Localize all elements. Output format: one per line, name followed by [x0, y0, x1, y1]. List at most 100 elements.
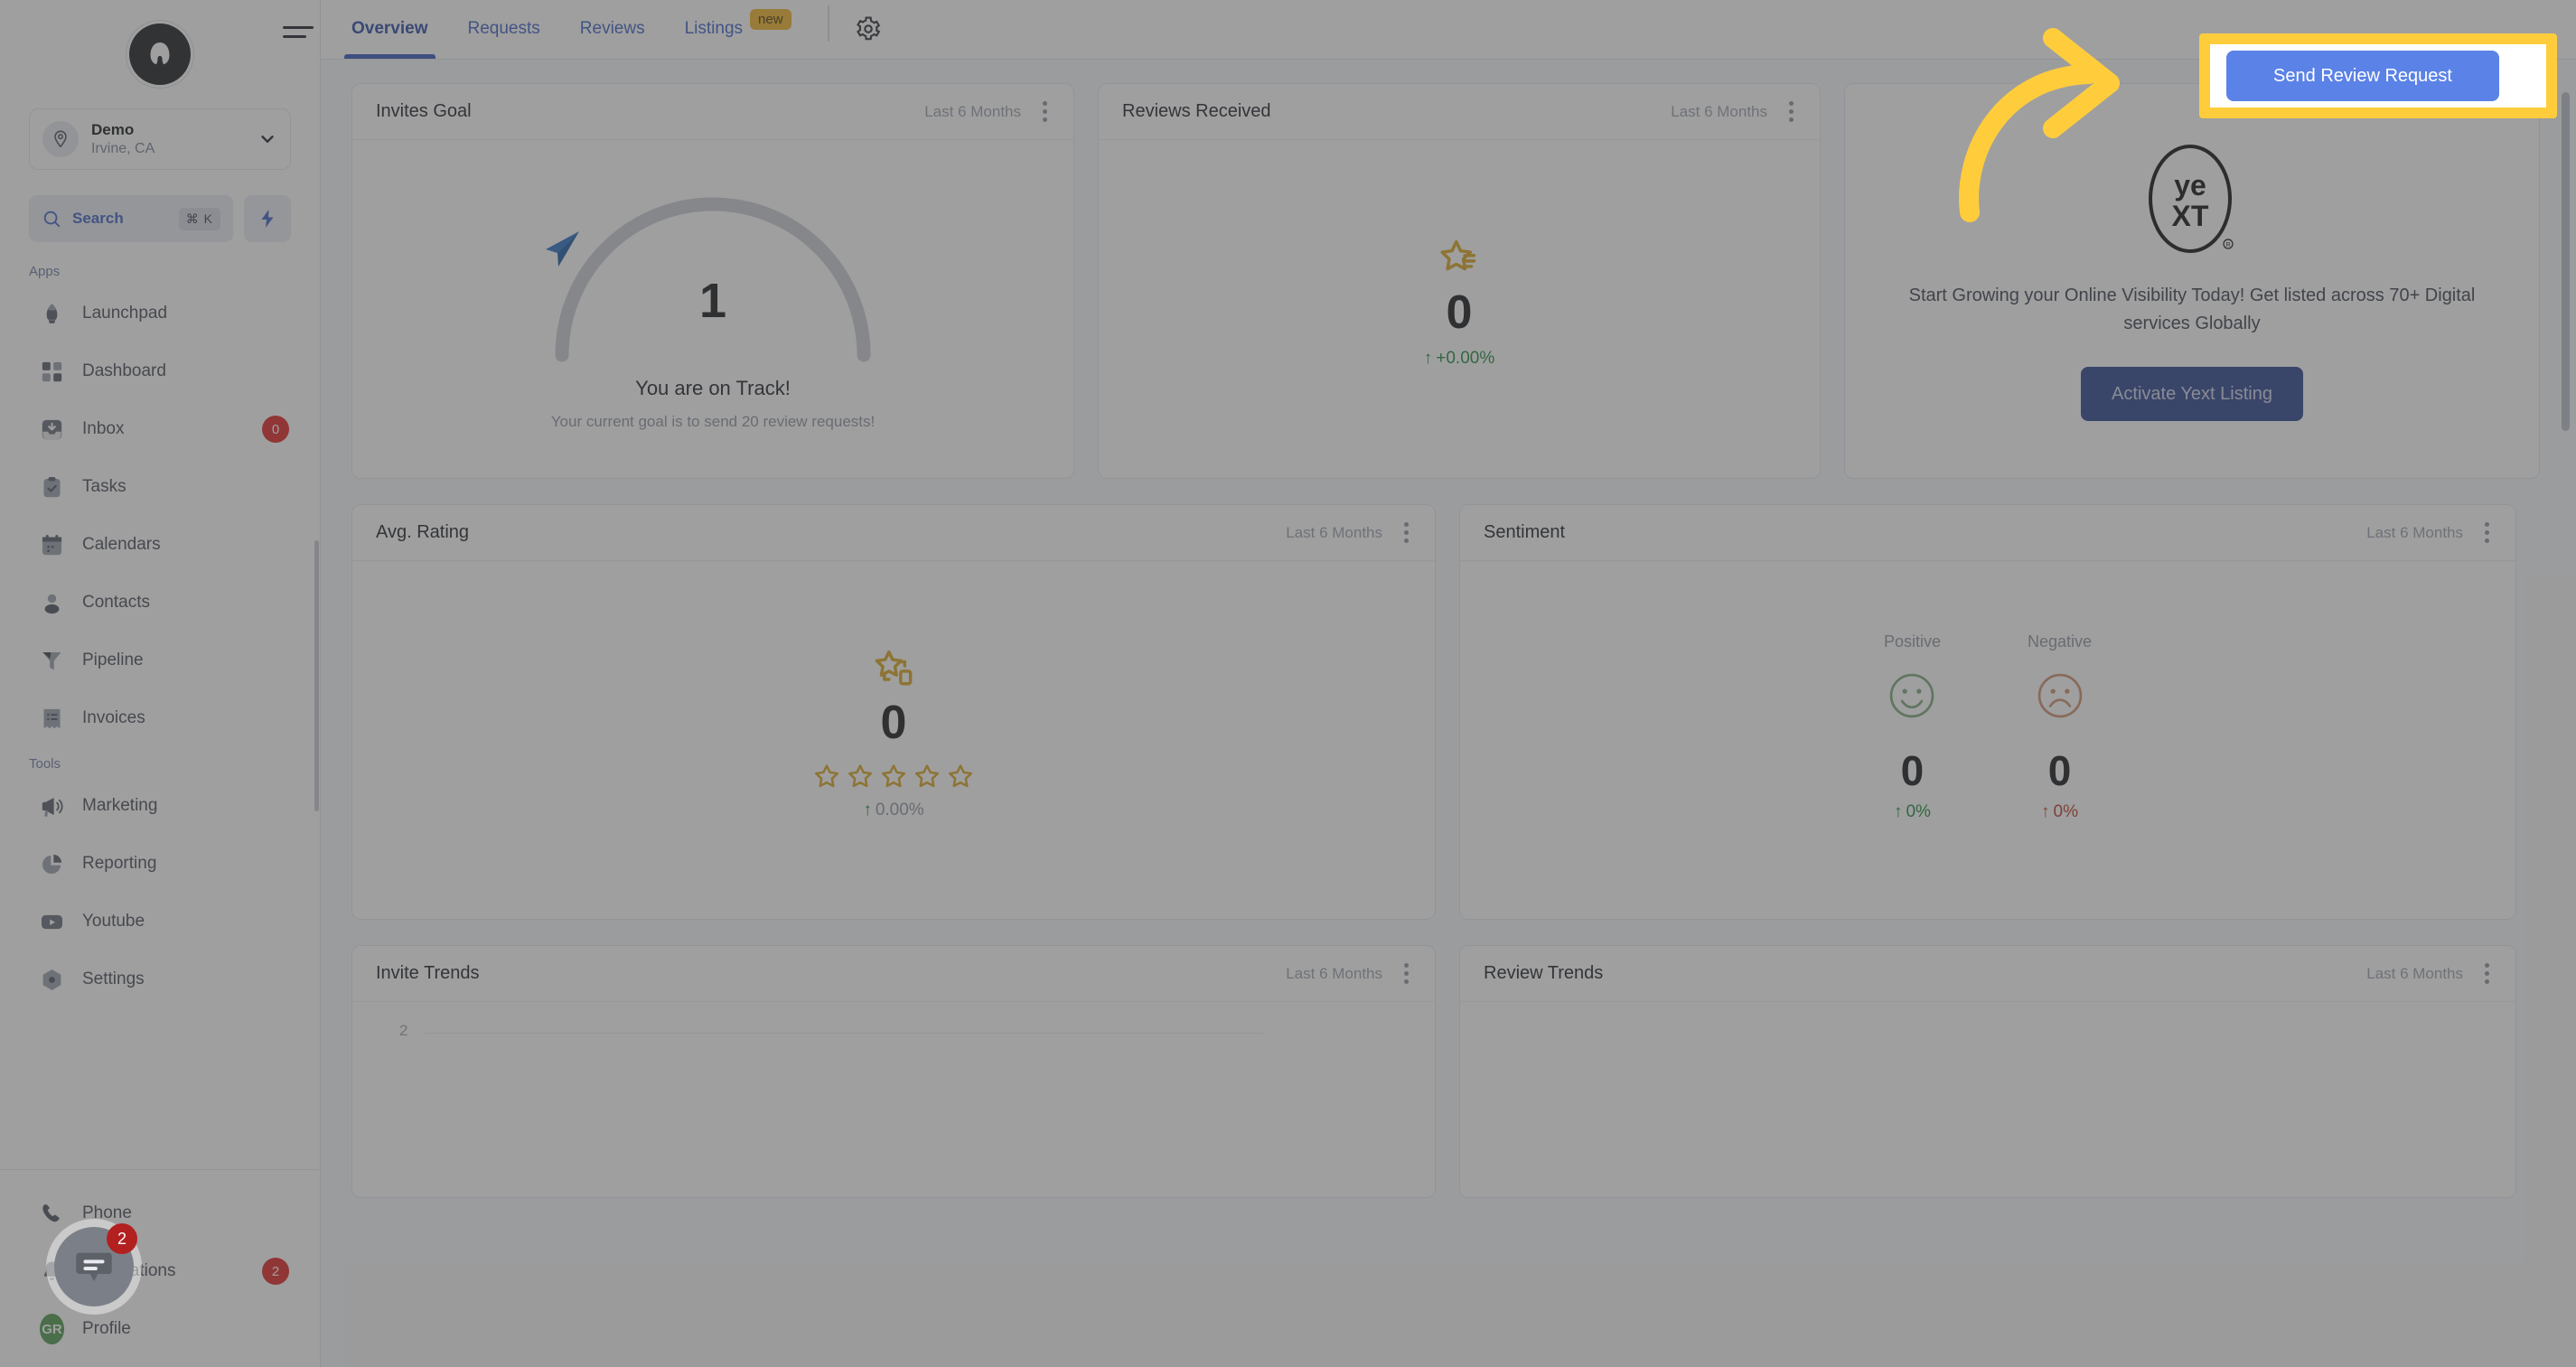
- sidebar-item-notifications[interactable]: Notifications 2: [0, 1242, 320, 1300]
- rating-stars: [813, 763, 974, 790]
- sidebar-item-label: Calendars: [82, 535, 161, 554]
- sentiment-positive-delta-value: 0%: [1906, 802, 1931, 821]
- smiley-sad-icon: [2034, 669, 2086, 726]
- card-title: Sentiment: [1484, 522, 1566, 542]
- sidebar-item-youtube[interactable]: Youtube: [0, 893, 320, 950]
- sidebar-item-label: Inbox: [82, 419, 125, 438]
- sentiment-positive: Positive 0 ↑ 0%: [1884, 632, 1941, 822]
- sidebar-item-calendars[interactable]: Calendars: [0, 516, 320, 574]
- goal-status: You are on Track!: [635, 377, 791, 399]
- gauge-center: 1: [537, 225, 889, 327]
- card-invites-goal: Invites Goal Last 6 Months 1 You are on …: [351, 83, 1074, 479]
- card-menu-icon[interactable]: [1782, 96, 1796, 127]
- sidebar-item-label: Dashboard: [82, 361, 166, 380]
- location-sub: Irvine, CA: [91, 140, 155, 156]
- tab-label: Requests: [467, 19, 540, 38]
- funnel-icon: [40, 649, 64, 673]
- card-title: Avg. Rating: [376, 522, 470, 542]
- tab-reviews[interactable]: Reviews: [560, 0, 665, 59]
- card-range: Last 6 Months: [1286, 523, 1382, 541]
- sidebar-item-reporting[interactable]: Reporting: [0, 835, 320, 893]
- sentiment-negative: Negative 0 ↑ 0%: [2028, 632, 2092, 822]
- sidebar-item-label: Launchpad: [82, 304, 168, 323]
- search-row: Search ⌘ K: [29, 195, 291, 242]
- sidebar-item-inbox[interactable]: Inbox 0: [0, 400, 320, 458]
- card-menu-icon[interactable]: [1035, 96, 1050, 127]
- card-menu-icon[interactable]: [1397, 517, 1411, 548]
- gridline: [425, 1033, 1263, 1034]
- send-review-request-button-highlighted[interactable]: Send Review Request: [2226, 51, 2499, 101]
- sidebar-item-contacts[interactable]: Contacts: [0, 574, 320, 632]
- chat-widget-button[interactable]: 2: [54, 1223, 137, 1306]
- new-badge: new: [750, 8, 792, 30]
- card-menu-icon[interactable]: [2478, 958, 2492, 989]
- card-avg-rating: Avg. Rating Last 6 Months 0 ↑ 0.00%: [351, 504, 1436, 920]
- app-root: Demo Irvine, CA Search ⌘ K Apps Launchpa…: [0, 0, 2576, 1367]
- gear-icon: [40, 968, 64, 992]
- sidebar-item-invoices[interactable]: Invoices: [0, 689, 320, 747]
- megaphone-icon: [40, 794, 64, 819]
- arrow-up-icon: ↑: [863, 800, 872, 819]
- chat-bubble-icon: [76, 1252, 112, 1282]
- sidebar-item-settings[interactable]: Settings: [0, 950, 320, 1008]
- gear-icon: [856, 16, 880, 41]
- app-logo-icon[interactable]: [129, 23, 191, 85]
- location-text: Demo Irvine, CA: [91, 121, 245, 157]
- tab-overview[interactable]: Overview: [332, 0, 448, 59]
- sidebar-item-dashboard[interactable]: Dashboard: [0, 342, 320, 400]
- sidebar-item-label: Marketing: [82, 796, 158, 815]
- content-scrollbar[interactable]: [2562, 92, 2570, 431]
- card-title: Invite Trends: [376, 963, 480, 983]
- card-menu-icon[interactable]: [1397, 958, 1411, 989]
- sidebar-item-label: Settings: [82, 969, 145, 988]
- paper-plane-icon: [537, 225, 889, 274]
- inbox-badge: 0: [262, 416, 289, 443]
- search-shortcut: ⌘ K: [178, 207, 220, 230]
- pie-chart-icon: [40, 852, 64, 876]
- sentiment-negative-label: Negative: [2027, 632, 2093, 651]
- avg-rating-value: 0: [880, 697, 907, 750]
- dashboard-row-1: Invites Goal Last 6 Months 1 You are on …: [351, 83, 2545, 479]
- chevron-down-icon[interactable]: [258, 129, 277, 149]
- tab-label: Reviews: [579, 19, 645, 38]
- activate-yext-listing-button[interactable]: Activate Yext Listing: [2081, 367, 2303, 421]
- sidebar-item-launchpad[interactable]: Launchpad: [0, 285, 320, 342]
- lightning-bolt-icon[interactable]: [244, 195, 291, 242]
- tab-bar: Overview Requests Reviews Listings new: [321, 0, 887, 59]
- card-range: Last 6 Months: [1286, 964, 1382, 982]
- card-menu-icon[interactable]: [2478, 517, 2492, 548]
- tab-requests[interactable]: Requests: [448, 0, 560, 59]
- star-badge-icon: [870, 647, 917, 698]
- sidebar-item-phone[interactable]: Phone: [0, 1184, 320, 1242]
- sidebar-item-label: Pipeline: [82, 651, 144, 669]
- y-axis-tick: 2: [399, 1022, 408, 1039]
- brand-header: [0, 0, 320, 108]
- chat-widget-badge: 2: [107, 1223, 137, 1254]
- reviews-delta: ↑ +0.00%: [1424, 349, 1494, 369]
- star-icon: [949, 764, 972, 787]
- sidebar-item-marketing[interactable]: Marketing: [0, 777, 320, 835]
- divider: [827, 5, 829, 42]
- avatar-initials: GR: [40, 1314, 64, 1344]
- settings-gear-button[interactable]: [849, 0, 887, 59]
- goal-gauge: 1: [537, 182, 889, 362]
- phone-icon: [40, 1202, 64, 1226]
- sentiment-positive-label: Positive: [1883, 632, 1941, 651]
- star-review-icon: [1436, 237, 1483, 288]
- reviews-delta-value: +0.00%: [1436, 348, 1495, 368]
- highlight-arrow-icon: [1959, 28, 2120, 222]
- sidebar-item-label: Phone: [82, 1203, 132, 1222]
- sidebar-item-profile[interactable]: GR Profile: [0, 1300, 320, 1358]
- tab-listings[interactable]: Listings new: [665, 0, 811, 59]
- sidebar-item-pipeline[interactable]: Pipeline: [0, 632, 320, 689]
- sentiment-negative-delta: ↑ 0%: [2041, 802, 2078, 822]
- location-selector[interactable]: Demo Irvine, CA: [29, 108, 291, 170]
- arrow-up-icon: ↑: [1893, 802, 1903, 821]
- hamburger-menu-icon[interactable]: [283, 20, 314, 43]
- card-header: Invite Trends Last 6 Months: [352, 946, 1435, 1002]
- youtube-icon: [40, 910, 64, 934]
- sidebar-item-tasks[interactable]: Tasks: [0, 458, 320, 516]
- star-icon: [882, 764, 905, 787]
- search-input[interactable]: Search ⌘ K: [29, 195, 233, 242]
- location-pin-icon: [42, 121, 79, 157]
